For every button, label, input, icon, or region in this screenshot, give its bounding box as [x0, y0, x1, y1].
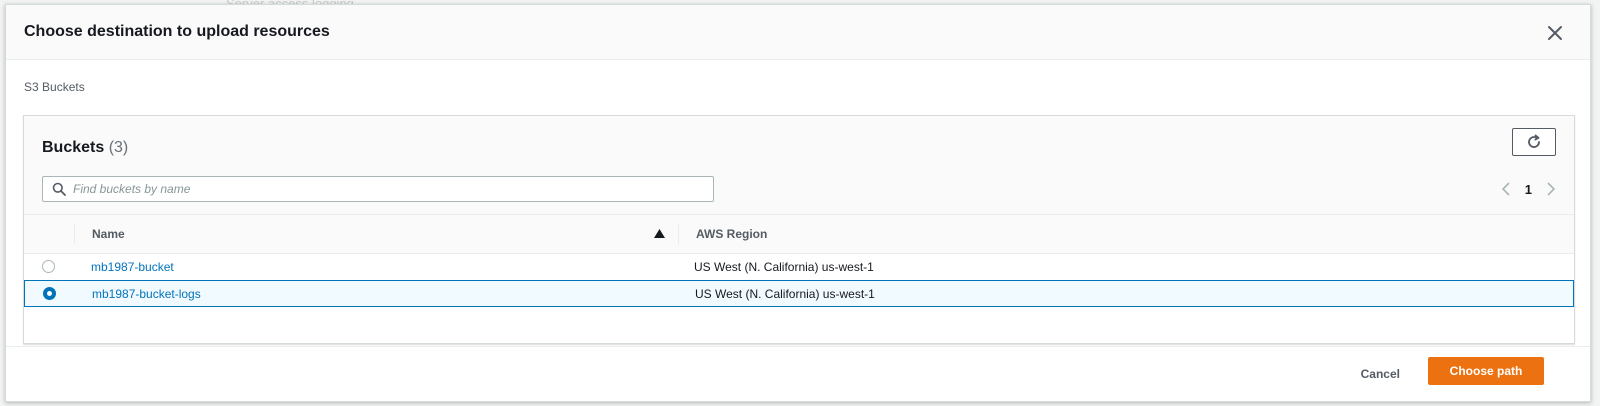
next-page-button[interactable]: [1542, 180, 1560, 198]
refresh-button[interactable]: [1512, 128, 1556, 156]
panel-header: Buckets (3) Find buckets by name 1: [24, 116, 1574, 214]
section-label: S3 Buckets: [24, 80, 85, 94]
page-number[interactable]: 1: [1525, 182, 1532, 197]
column-header-region[interactable]: AWS Region: [696, 227, 767, 241]
table-row[interactable]: mb1987-bucket-logs US West (N. Californi…: [24, 280, 1574, 307]
panel-title: Buckets (3): [42, 139, 128, 157]
row-radio-selected[interactable]: [43, 287, 56, 300]
buckets-table: Name AWS Region mb1987-bucket US West (N…: [24, 214, 1574, 307]
bucket-count: (3): [108, 139, 129, 156]
pagination: 1: [1497, 180, 1560, 198]
bucket-name-link[interactable]: mb1987-bucket-logs: [92, 287, 201, 301]
table-header: Name AWS Region: [24, 214, 1574, 254]
column-divider: [74, 224, 75, 244]
search-icon: [52, 182, 66, 196]
cancel-button[interactable]: Cancel: [1349, 361, 1412, 387]
prev-page-button[interactable]: [1497, 180, 1515, 198]
bucket-region: US West (N. California) us-west-1: [695, 287, 875, 301]
modal-header: Choose destination to upload resources: [6, 5, 1590, 60]
sort-ascending-icon[interactable]: [654, 229, 665, 238]
choose-path-button[interactable]: Choose path: [1428, 357, 1544, 385]
bucket-region: US West (N. California) us-west-1: [694, 260, 874, 274]
column-divider: [678, 224, 679, 244]
row-radio[interactable]: [42, 260, 55, 273]
chevron-right-icon: [1547, 182, 1556, 196]
column-header-name[interactable]: Name: [92, 227, 125, 241]
upload-destination-modal: Choose destination to upload resources S…: [5, 4, 1591, 402]
search-box: [42, 176, 714, 202]
panel-title-text: Buckets: [42, 139, 105, 156]
search-input[interactable]: [73, 177, 703, 201]
bucket-name-link[interactable]: mb1987-bucket: [91, 260, 174, 274]
modal-title: Choose destination to upload resources: [24, 23, 330, 40]
table-row[interactable]: mb1987-bucket US West (N. California) us…: [24, 254, 1574, 281]
chevron-left-icon: [1501, 182, 1510, 196]
close-icon[interactable]: [1546, 24, 1564, 42]
modal-footer: Cancel Choose path: [6, 346, 1590, 401]
refresh-icon: [1528, 134, 1540, 148]
buckets-panel: Buckets (3) Find buckets by name 1 Name …: [23, 115, 1575, 344]
